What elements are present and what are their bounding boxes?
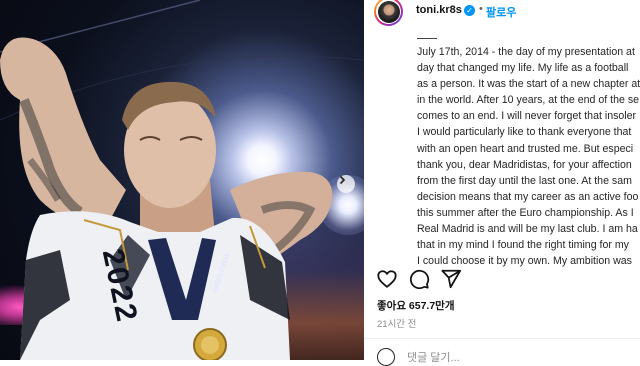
- post-photo[interactable]: 2022 PARIS FINAL: [0, 0, 364, 360]
- like-button[interactable]: [376, 268, 398, 290]
- post-header: toni.kr8s ✓ • 팔로우: [364, 0, 640, 28]
- divider: [364, 338, 640, 339]
- comment-input[interactable]: 댓글 달기...: [407, 349, 460, 365]
- caption-line: day that changed my life. My life as a f…: [417, 62, 629, 75]
- caption-line: that in my mind I found the right timing…: [417, 239, 629, 252]
- caption-line: I would particularly like to thank every…: [417, 126, 632, 139]
- post-actions: [376, 268, 476, 290]
- follow-button[interactable]: 팔로우: [486, 4, 516, 20]
- emoji-icon[interactable]: [377, 348, 395, 366]
- player-figure: [0, 0, 364, 360]
- comment-button[interactable]: [408, 268, 430, 290]
- likes-count[interactable]: 좋아요 657.7만개: [377, 298, 455, 313]
- caption-line: thank you, dear Madridistas, for your af…: [417, 158, 632, 171]
- caption-line: from the first day until the last one. A…: [417, 174, 632, 187]
- caption-line: as a person. It was the start of a new c…: [417, 78, 640, 91]
- chevron-right-icon: [339, 175, 346, 185]
- caption-line: Real Madrid is and will be my last club.…: [417, 223, 638, 236]
- caption-line: I could choose it by my own. My ambition…: [417, 255, 632, 268]
- post-side-panel: toni.kr8s ✓ • 팔로우 July 17th, 2014 - the …: [364, 0, 640, 366]
- heart-icon: [377, 270, 397, 288]
- share-button[interactable]: [440, 268, 462, 290]
- verified-badge-icon: ✓: [464, 5, 475, 16]
- caption-line: in the world. After 10 years, at the end…: [417, 94, 640, 107]
- separator-dot: •: [479, 3, 483, 15]
- caption-line: comes to an end. I will never forget tha…: [417, 110, 637, 123]
- caption-line: decision means that my career as an acti…: [417, 190, 639, 203]
- username[interactable]: toni.kr8s: [416, 4, 462, 16]
- caption-divider: [417, 38, 437, 39]
- comment-icon: [409, 269, 430, 290]
- caption-line: with an open heart and trusted me. But e…: [417, 142, 634, 155]
- avatar[interactable]: [374, 0, 403, 26]
- carousel-next-button[interactable]: [337, 175, 355, 193]
- caption-line: this summer after the Euro championship.…: [417, 206, 634, 219]
- comment-composer: 댓글 달기...: [377, 346, 637, 366]
- post-caption: July 17th, 2014 - the day of my presenta…: [376, 38, 640, 268]
- caption-line: July 17th, 2014 - the day of my presenta…: [417, 46, 635, 58]
- post-timestamp[interactable]: 21시간 전: [377, 316, 416, 330]
- send-icon: [441, 269, 462, 289]
